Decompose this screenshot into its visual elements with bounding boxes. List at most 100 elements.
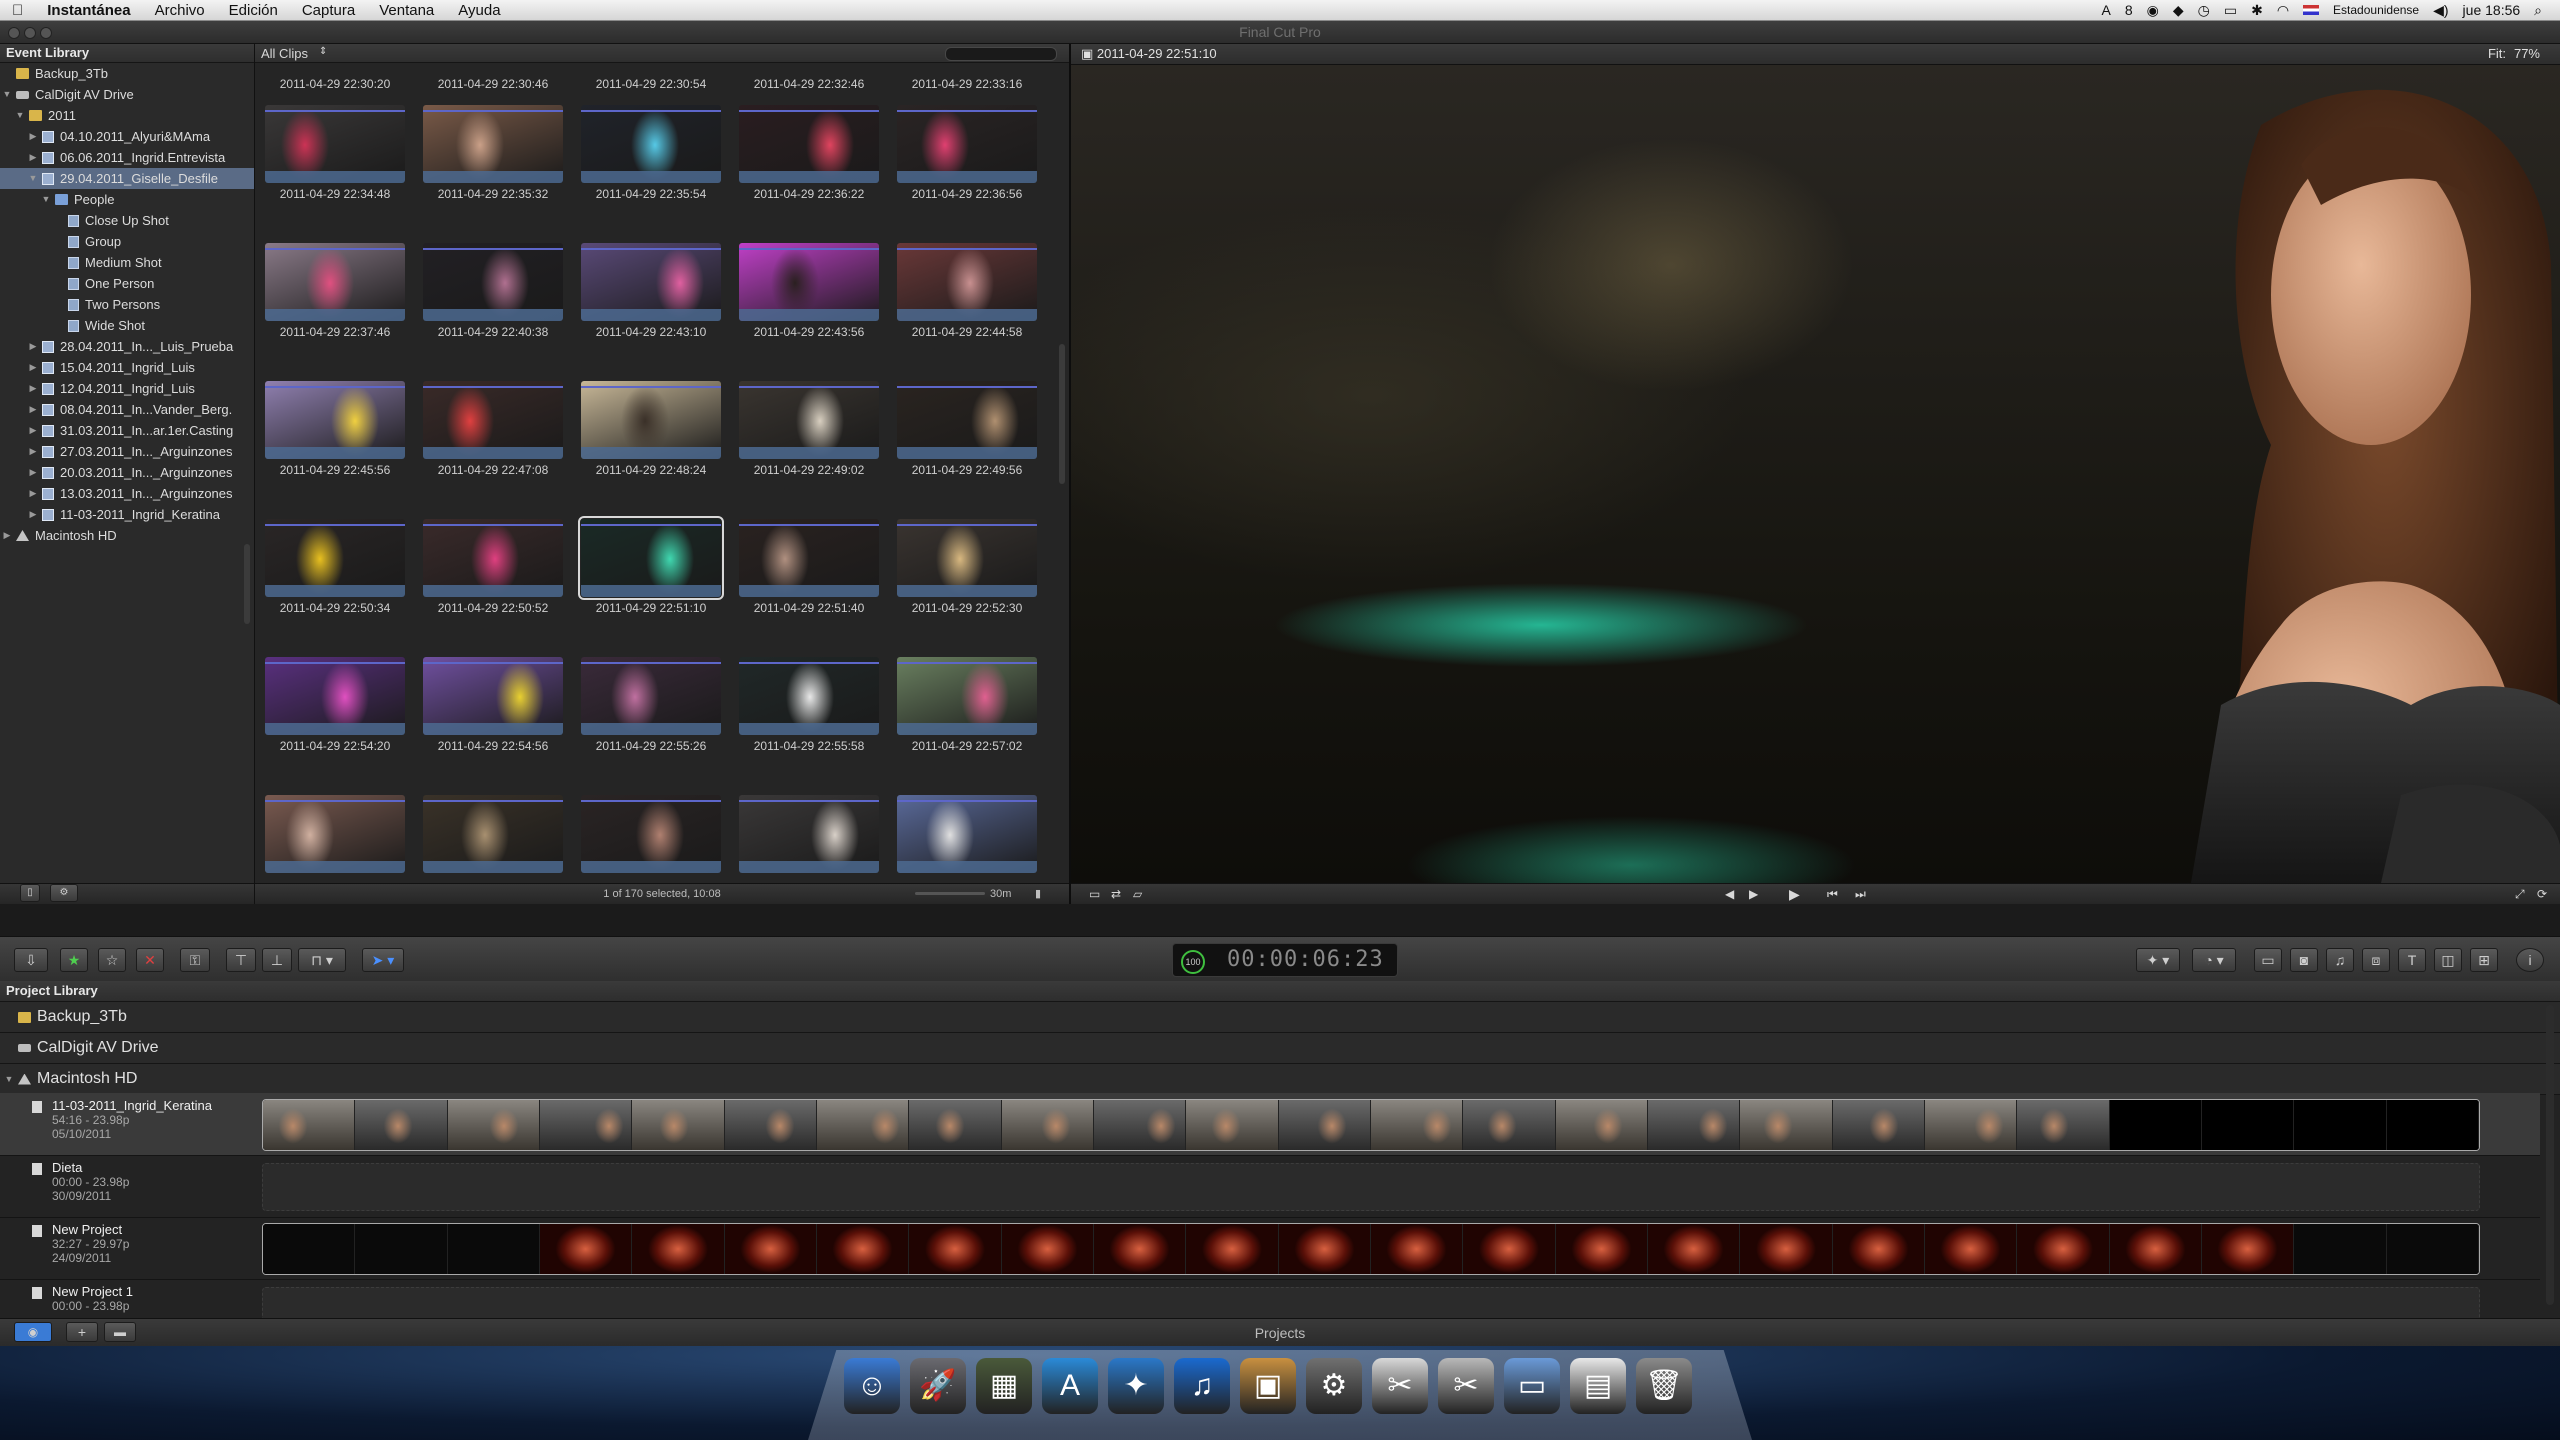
- project-filmstrip-empty[interactable]: [262, 1163, 2480, 1211]
- clip-thumbnail[interactable]: 2011-04-29 22:54:20: [265, 657, 405, 761]
- clip-thumbnail[interactable]: 2011-04-29 22:43:56: [739, 243, 879, 347]
- zoom-window-icon[interactable]: [40, 27, 52, 39]
- event-library-row[interactable]: ▼ 2011: [0, 105, 254, 126]
- clip-thumbnail[interactable]: 2011-04-29 22:55:58: [739, 657, 879, 761]
- applications-folder-icon[interactable]: ▭: [1504, 1358, 1560, 1414]
- event-library-scrollbar[interactable]: [244, 544, 250, 624]
- safari-icon[interactable]: ✦: [1108, 1358, 1164, 1414]
- reject-icon[interactable]: ✕: [136, 948, 164, 972]
- clip-thumbnail[interactable]: 2011-04-29 22:35:54: [581, 105, 721, 209]
- previous-frame-icon[interactable]: ◀: [1725, 887, 1734, 901]
- event-library-row[interactable]: Two Persons: [0, 294, 254, 315]
- clip-thumbnail[interactable]: 2011-04-29 22:34:48: [265, 105, 405, 209]
- event-library-row[interactable]: ▶ 06.06.2011_Ingrid.Entrevista: [0, 147, 254, 168]
- volume-icon[interactable]: ◀): [2433, 2, 2448, 19]
- close-window-icon[interactable]: [8, 27, 20, 39]
- event-library-row[interactable]: Backup_3Tb: [0, 63, 254, 84]
- keyword-key-icon[interactable]: ⚿: [180, 948, 210, 972]
- disclosure-triangle-icon[interactable]: ▶: [28, 483, 38, 504]
- clip-thumbnail[interactable]: 2011-04-29 22:51:40: [739, 519, 879, 623]
- event-library-row[interactable]: ▶ 15.04.2011_Ingrid_Luis: [0, 357, 254, 378]
- transform-icon[interactable]: ⇄: [1111, 887, 1121, 901]
- unrate-star-icon[interactable]: ☆: [98, 948, 126, 972]
- display-icon[interactable]: ▭: [2224, 2, 2237, 19]
- clip-thumbnail[interactable]: 2011-04-29 22:48:24: [581, 381, 721, 485]
- trash-icon[interactable]: 🗑: [1636, 1358, 1692, 1414]
- clip-thumbnail[interactable]: 2011-04-29 22:50:34: [265, 519, 405, 623]
- next-frame-icon[interactable]: ▶: [1749, 887, 1758, 901]
- clip-thumbnail[interactable]: 2011-04-29 22:44:58: [897, 243, 1037, 347]
- disclosure-triangle-icon[interactable]: ▶: [28, 147, 38, 168]
- spotlight-icon[interactable]: ⌕: [2534, 2, 2542, 19]
- event-library-row[interactable]: Close Up Shot: [0, 210, 254, 231]
- menu-app[interactable]: Instantánea: [35, 2, 142, 19]
- drive-macintosh-hd[interactable]: ▼ Macintosh HD: [0, 1064, 2560, 1095]
- event-library-row[interactable]: ▶ 08.04.2011_In...Vander_Berg.: [0, 399, 254, 420]
- themes-browser-icon[interactable]: ⊞: [2470, 948, 2498, 972]
- drive-caldigit[interactable]: CalDigit AV Drive: [0, 1033, 2560, 1064]
- clip-appearance-icon[interactable]: ▮: [1035, 887, 1041, 900]
- project-row[interactable]: Dieta 00:00 - 23.98p 30/09/2011: [0, 1155, 2540, 1218]
- disclosure-triangle-icon[interactable]: ▶: [28, 336, 38, 357]
- clip-thumbnail[interactable]: 2011-04-29 22:49:56: [897, 381, 1037, 485]
- crop-icon[interactable]: ▱: [1133, 887, 1142, 901]
- disclosure-triangle-icon[interactable]: ▼: [4, 1064, 14, 1094]
- app-store-icon[interactable]: A: [1042, 1358, 1098, 1414]
- select-tool-icon[interactable]: ➤ ▾: [362, 948, 404, 972]
- clip-thumbnail[interactable]: 2011-04-29 22:47:08: [423, 381, 563, 485]
- fullscreen-icon[interactable]: ⤢: [2515, 887, 2525, 902]
- play-icon[interactable]: ▶: [1789, 886, 1800, 903]
- dashboard-icon[interactable]: ▦: [976, 1358, 1032, 1414]
- inspector-info-icon[interactable]: i: [2516, 948, 2544, 972]
- clip-thumbnail[interactable]: 2011-04-29 22:36:22: [739, 105, 879, 209]
- event-library-row[interactable]: ▶ 13.03.2011_In..._Arguinzones: [0, 483, 254, 504]
- clip-thumbnail[interactable]: 2011-04-29 22:35:32: [423, 105, 563, 209]
- event-library-row[interactable]: ▼ 29.04.2011_Giselle_Desfile: [0, 168, 254, 189]
- adobe-status-icon[interactable]: A: [2101, 2, 2110, 18]
- sync-status-icon[interactable]: ◉: [2147, 2, 2159, 19]
- input-source-flag-icon[interactable]: [2303, 5, 2320, 15]
- clip-thumbnail[interactable]: 2011-04-29 22:36:56: [897, 105, 1037, 209]
- disclosure-triangle-icon[interactable]: ▶: [2, 525, 12, 546]
- event-library-row[interactable]: ▶ 27.03.2011_In..._Arguinzones: [0, 441, 254, 462]
- event-library-row[interactable]: ▶ 12.04.2011_Ingrid_Luis: [0, 378, 254, 399]
- menu-archivo[interactable]: Archivo: [143, 2, 217, 19]
- disclosure-triangle-icon[interactable]: ▼: [15, 105, 25, 126]
- event-library-row[interactable]: ▶ 11-03-2011_Ingrid_Keratina: [0, 504, 254, 525]
- launchpad-icon[interactable]: 🚀: [910, 1358, 966, 1414]
- event-library-row[interactable]: Wide Shot: [0, 315, 254, 336]
- background-task-indicator[interactable]: 100: [1181, 950, 1205, 974]
- project-filmstrip[interactable]: [262, 1099, 2480, 1151]
- menu-ventana[interactable]: Ventana: [367, 2, 446, 19]
- action-gear-icon[interactable]: ⚙: [50, 884, 78, 902]
- itunes-icon[interactable]: ♫: [1174, 1358, 1230, 1414]
- dashboard-timecode[interactable]: 100 00:00:06:23: [1172, 943, 1398, 977]
- clock[interactable]: jue 18:56: [2463, 2, 2521, 18]
- menu-ayuda[interactable]: Ayuda: [446, 2, 512, 19]
- event-library-row[interactable]: ▼ CalDigit AV Drive: [0, 84, 254, 105]
- event-library-row[interactable]: ▶ 31.03.2011_In...ar.1er.Casting: [0, 420, 254, 441]
- finder-icon[interactable]: ☺: [844, 1358, 900, 1414]
- browser-scrollbar[interactable]: [1059, 344, 1065, 484]
- insert-clip-icon[interactable]: ⊥: [262, 948, 292, 972]
- clip-thumbnail[interactable]: 2011-04-29 22:52:30: [897, 519, 1037, 623]
- evernote-status-icon[interactable]: ◆: [2173, 2, 2184, 19]
- zoom-slider[interactable]: [915, 892, 985, 895]
- disclosure-triangle-icon[interactable]: ▶: [28, 378, 38, 399]
- iphoto-icon[interactable]: ▣: [1240, 1358, 1296, 1414]
- music-browser-icon[interactable]: ♫: [2326, 948, 2354, 972]
- retime-icon[interactable]: ◔ ▾: [2192, 948, 2236, 972]
- disclosure-triangle-icon[interactable]: ▶: [28, 126, 38, 147]
- wifi-icon[interactable]: ◠: [2277, 2, 2289, 19]
- status-count[interactable]: 8: [2125, 2, 2133, 18]
- disclosure-triangle-icon[interactable]: ▶: [28, 504, 38, 525]
- search-input[interactable]: [945, 47, 1057, 61]
- document-icon[interactable]: ▤: [1570, 1358, 1626, 1414]
- generators-browser-icon[interactable]: ◫: [2434, 948, 2462, 972]
- disclosure-triangle-icon[interactable]: ▶: [28, 357, 38, 378]
- append-clip-icon[interactable]: ⊓ ▾: [298, 948, 346, 972]
- inspector-clip-icon[interactable]: ▭: [2254, 948, 2282, 972]
- transitions-browser-icon[interactable]: ⧈: [2362, 948, 2390, 972]
- clip-thumbnail[interactable]: 2011-04-29 22:40:38: [423, 243, 563, 347]
- final-cut-pro-icon[interactable]: ✂: [1372, 1358, 1428, 1414]
